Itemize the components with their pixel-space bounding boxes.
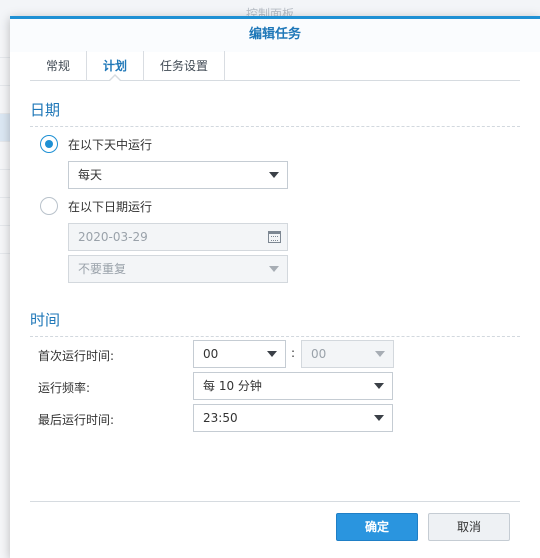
repeat-select-value: 不要重复 — [78, 262, 127, 276]
calendar-icon[interactable] — [268, 231, 281, 243]
radio-unchecked-icon[interactable] — [40, 197, 58, 215]
chevron-down-icon — [267, 351, 277, 357]
days-select[interactable]: 每天 — [68, 161, 288, 189]
last-run-select[interactable]: 23:50 — [193, 404, 393, 432]
frequency-label: 运行频率: — [38, 381, 91, 395]
radio-checked-icon[interactable] — [40, 135, 58, 153]
tab-bar: 常规 计划 任务设置 — [30, 51, 520, 82]
tab-task-settings[interactable]: 任务设置 — [144, 51, 226, 81]
frequency-select[interactable]: 每 10 分钟 — [193, 372, 393, 400]
date-field[interactable]: 2020-03-29 — [68, 223, 288, 251]
tab-general[interactable]: 常规 — [30, 51, 88, 81]
days-select-value: 每天 — [78, 168, 103, 182]
chevron-down-icon — [375, 351, 385, 357]
chevron-down-icon — [269, 172, 279, 178]
radio-run-on-date[interactable]: 在以下日期运行 — [40, 197, 152, 215]
chevron-down-icon — [374, 415, 384, 421]
repeat-select[interactable]: 不要重复 — [68, 255, 288, 283]
cancel-button[interactable]: 取消 — [428, 513, 510, 541]
first-run-label: 首次运行时间: — [38, 349, 115, 363]
last-run-value: 23:50 — [203, 411, 238, 425]
footer-divider — [30, 501, 520, 502]
edit-task-dialog: 编辑任务 常规 计划 任务设置 日期 在以下天中运行 每天 在以下日期运行 20… — [10, 16, 540, 558]
time-section-title: 时间 — [30, 309, 520, 337]
radio-run-on-days[interactable]: 在以下天中运行 — [40, 135, 152, 153]
last-run-label: 最后运行时间: — [38, 413, 115, 427]
first-run-hour-select[interactable]: 00 — [193, 340, 286, 368]
first-run-minute-select[interactable]: 00 — [301, 340, 394, 368]
first-run-hour-value: 00 — [203, 347, 219, 361]
tab-schedule[interactable]: 计划 — [87, 51, 145, 82]
dialog-title: 编辑任务 — [10, 19, 540, 52]
radio-run-on-date-label: 在以下日期运行 — [68, 199, 153, 214]
date-section-title: 日期 — [30, 99, 520, 127]
date-field-value: 2020-03-29 — [78, 230, 148, 244]
first-run-minute-value: 00 — [311, 347, 327, 361]
chevron-down-icon — [269, 266, 279, 272]
frequency-value: 每 10 分钟 — [203, 379, 262, 393]
time-separator: : — [291, 346, 296, 360]
ok-button[interactable]: 确定 — [336, 513, 418, 541]
radio-run-on-days-label: 在以下天中运行 — [68, 137, 153, 152]
chevron-down-icon — [374, 383, 384, 389]
